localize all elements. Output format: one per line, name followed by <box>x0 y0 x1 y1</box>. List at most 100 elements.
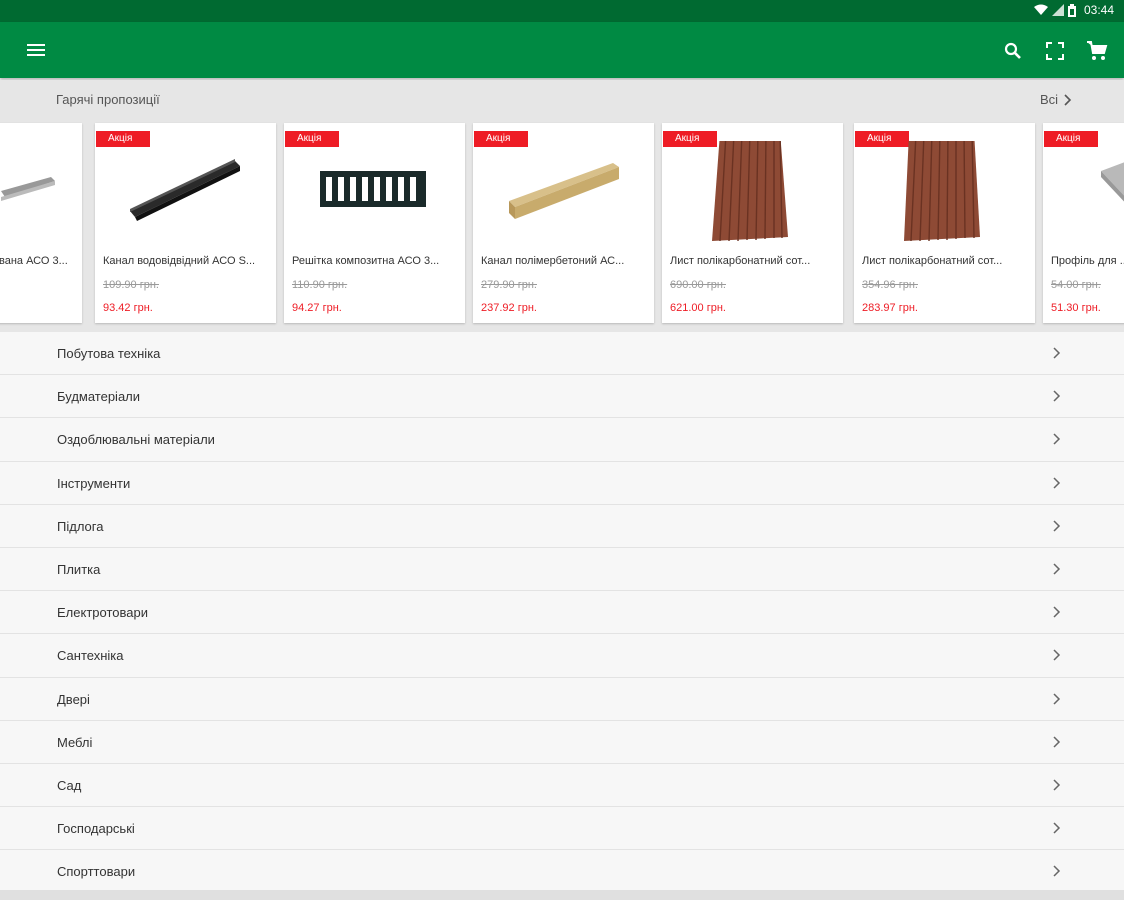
fullscreen-button[interactable] <box>1042 38 1068 64</box>
grate-black-icon <box>320 171 426 207</box>
signal-icon <box>1051 4 1064 16</box>
wifi-icon <box>1033 4 1048 15</box>
product-name: Решітка композитна АСО 3... <box>292 255 440 267</box>
category-label: Електротовари <box>57 605 148 621</box>
status-time: 03:44 <box>1083 3 1114 17</box>
channel-black-icon <box>130 159 240 221</box>
cart-icon <box>1087 41 1108 60</box>
search-button[interactable] <box>1000 38 1026 64</box>
category-item[interactable]: Сад <box>0 763 1124 808</box>
polycarbonate-sheet-icon <box>712 130 788 242</box>
chevron-right-icon <box>1053 477 1061 489</box>
channel-beige-icon <box>509 163 619 219</box>
category-item[interactable]: Меблі <box>0 720 1124 764</box>
product-image <box>95 141 276 241</box>
chevron-right-icon <box>1053 692 1061 705</box>
chevron-right-icon <box>1053 606 1061 618</box>
product-old-price: 110.90 грн. <box>292 279 348 291</box>
category-item[interactable]: Сантехніка <box>0 634 1124 678</box>
category-item[interactable]: Плитка <box>0 547 1124 592</box>
product-image <box>662 130 843 242</box>
product-card[interactable]: Акція Лист полікарбонатний сот... 354.96… <box>854 123 1035 323</box>
product-old-price: 690.00 грн. <box>670 279 726 291</box>
category-item[interactable]: Електротовари <box>0 591 1124 635</box>
product-new-price: 621.00 грн. <box>670 302 726 314</box>
menu-button[interactable] <box>22 38 50 62</box>
profile-icon <box>1101 162 1124 202</box>
product-new-price: 94.27 грн. <box>292 302 342 314</box>
product-card[interactable]: Акція Решітка композитна АСО 3... 110.90… <box>284 123 465 323</box>
product-old-price: 354.96 грн. <box>862 279 918 291</box>
product-image <box>284 141 465 241</box>
chevron-right-icon <box>1053 563 1061 575</box>
chevron-right-icon <box>1053 433 1061 445</box>
polycarbonate-sheet-icon <box>904 130 980 242</box>
product-new-price: 237.92 грн. <box>481 302 537 314</box>
category-label: Плитка <box>57 561 101 577</box>
product-new-price: 283.97 грн. <box>862 302 918 314</box>
search-icon <box>1004 42 1021 59</box>
product-name: Канал водовідвідний АСО S... <box>103 255 256 267</box>
product-card[interactable]: Акція Лист полікарбонатний сот... 690.00… <box>662 123 843 323</box>
category-label: Сантехніка <box>57 648 124 664</box>
app-bar <box>0 22 1124 78</box>
product-old-price: 279.90 грн. <box>481 279 537 291</box>
product-name: Канал полімербетоний АС... <box>481 255 625 267</box>
hot-offers-carousel[interactable]: вана АСО 3... Акція Канал водовідвідний … <box>0 122 1124 332</box>
all-label: Всі <box>1039 92 1058 107</box>
category-item[interactable]: Оздоблювальні матеріали <box>0 418 1124 462</box>
product-name: Лист полікарбонатний сот... <box>670 255 811 267</box>
chevron-right-icon <box>1053 390 1061 402</box>
category-label: Меблі <box>57 734 93 750</box>
bottom-strip <box>0 890 1124 900</box>
category-label: Господарськi <box>57 821 135 837</box>
product-card[interactable]: Акція Канал полімербетоний АС... 279.90 … <box>473 123 654 323</box>
category-item[interactable]: Двері <box>0 677 1124 721</box>
chevron-right-icon <box>1053 347 1061 359</box>
product-image <box>473 141 654 241</box>
category-item[interactable]: Підлога <box>0 504 1124 548</box>
chevron-right-icon <box>1053 865 1061 877</box>
product-old-price: 54.00 грн. <box>1051 279 1101 291</box>
category-list: Побутова техніка Будматеріали Оздоблювал… <box>0 332 1124 894</box>
category-label: Інструменти <box>57 475 131 491</box>
product-name: Лист полікарбонатний сот... <box>862 255 1003 267</box>
hot-offers-all-link[interactable]: Всі <box>1040 92 1072 107</box>
menu-icon <box>27 44 45 56</box>
category-item[interactable]: Господарськi <box>0 807 1124 851</box>
product-card[interactable]: Акція Канал водовідвідний АСО S... 109.9… <box>95 123 276 323</box>
product-new-price: 51.30 грн. <box>1051 302 1101 314</box>
product-old-price: 109.90 грн. <box>103 279 159 291</box>
category-label: Спорттовари <box>57 864 136 880</box>
product-card[interactable]: Акція Профіль для ... 54.00 грн. 51.30 г… <box>1043 123 1124 323</box>
chevron-right-icon <box>1053 520 1061 532</box>
product-name: Профіль для ... <box>1051 255 1124 267</box>
hot-offers-title: Гарячі пропозиції <box>56 92 160 107</box>
chevron-right-icon <box>1053 649 1061 661</box>
product-card[interactable]: вана АСО 3... <box>0 123 82 323</box>
category-item[interactable]: Побутова техніка <box>0 332 1124 376</box>
product-new-price: 93.42 грн. <box>103 302 153 314</box>
status-bar: 03:44 <box>0 0 1124 22</box>
cart-button[interactable] <box>1084 38 1110 64</box>
category-item[interactable]: Інструменти <box>0 461 1124 505</box>
product-image <box>854 130 1035 242</box>
grate-icon <box>1 177 55 201</box>
product-name: вана АСО 3... <box>0 255 68 267</box>
category-label: Побутова техніка <box>57 346 161 361</box>
battery-icon <box>1067 3 1076 17</box>
category-label: Сад <box>57 777 82 793</box>
category-label: Двері <box>57 691 90 707</box>
category-label: Оздоблювальні матеріали <box>57 432 215 448</box>
category-label: Будматеріали <box>57 389 141 405</box>
category-item[interactable]: Спорттовари <box>0 850 1124 894</box>
status-icons: 03:44 <box>1033 3 1114 17</box>
product-image <box>1043 141 1124 241</box>
hot-offers-header: Гарячі пропозиції Всі <box>0 80 1124 122</box>
chevron-right-icon <box>1053 736 1061 748</box>
chevron-right-icon <box>1064 93 1072 106</box>
chevron-right-icon <box>1053 779 1061 791</box>
category-item[interactable]: Будматеріали <box>0 375 1124 419</box>
category-label: Підлога <box>57 518 104 534</box>
fullscreen-icon <box>1046 42 1064 60</box>
